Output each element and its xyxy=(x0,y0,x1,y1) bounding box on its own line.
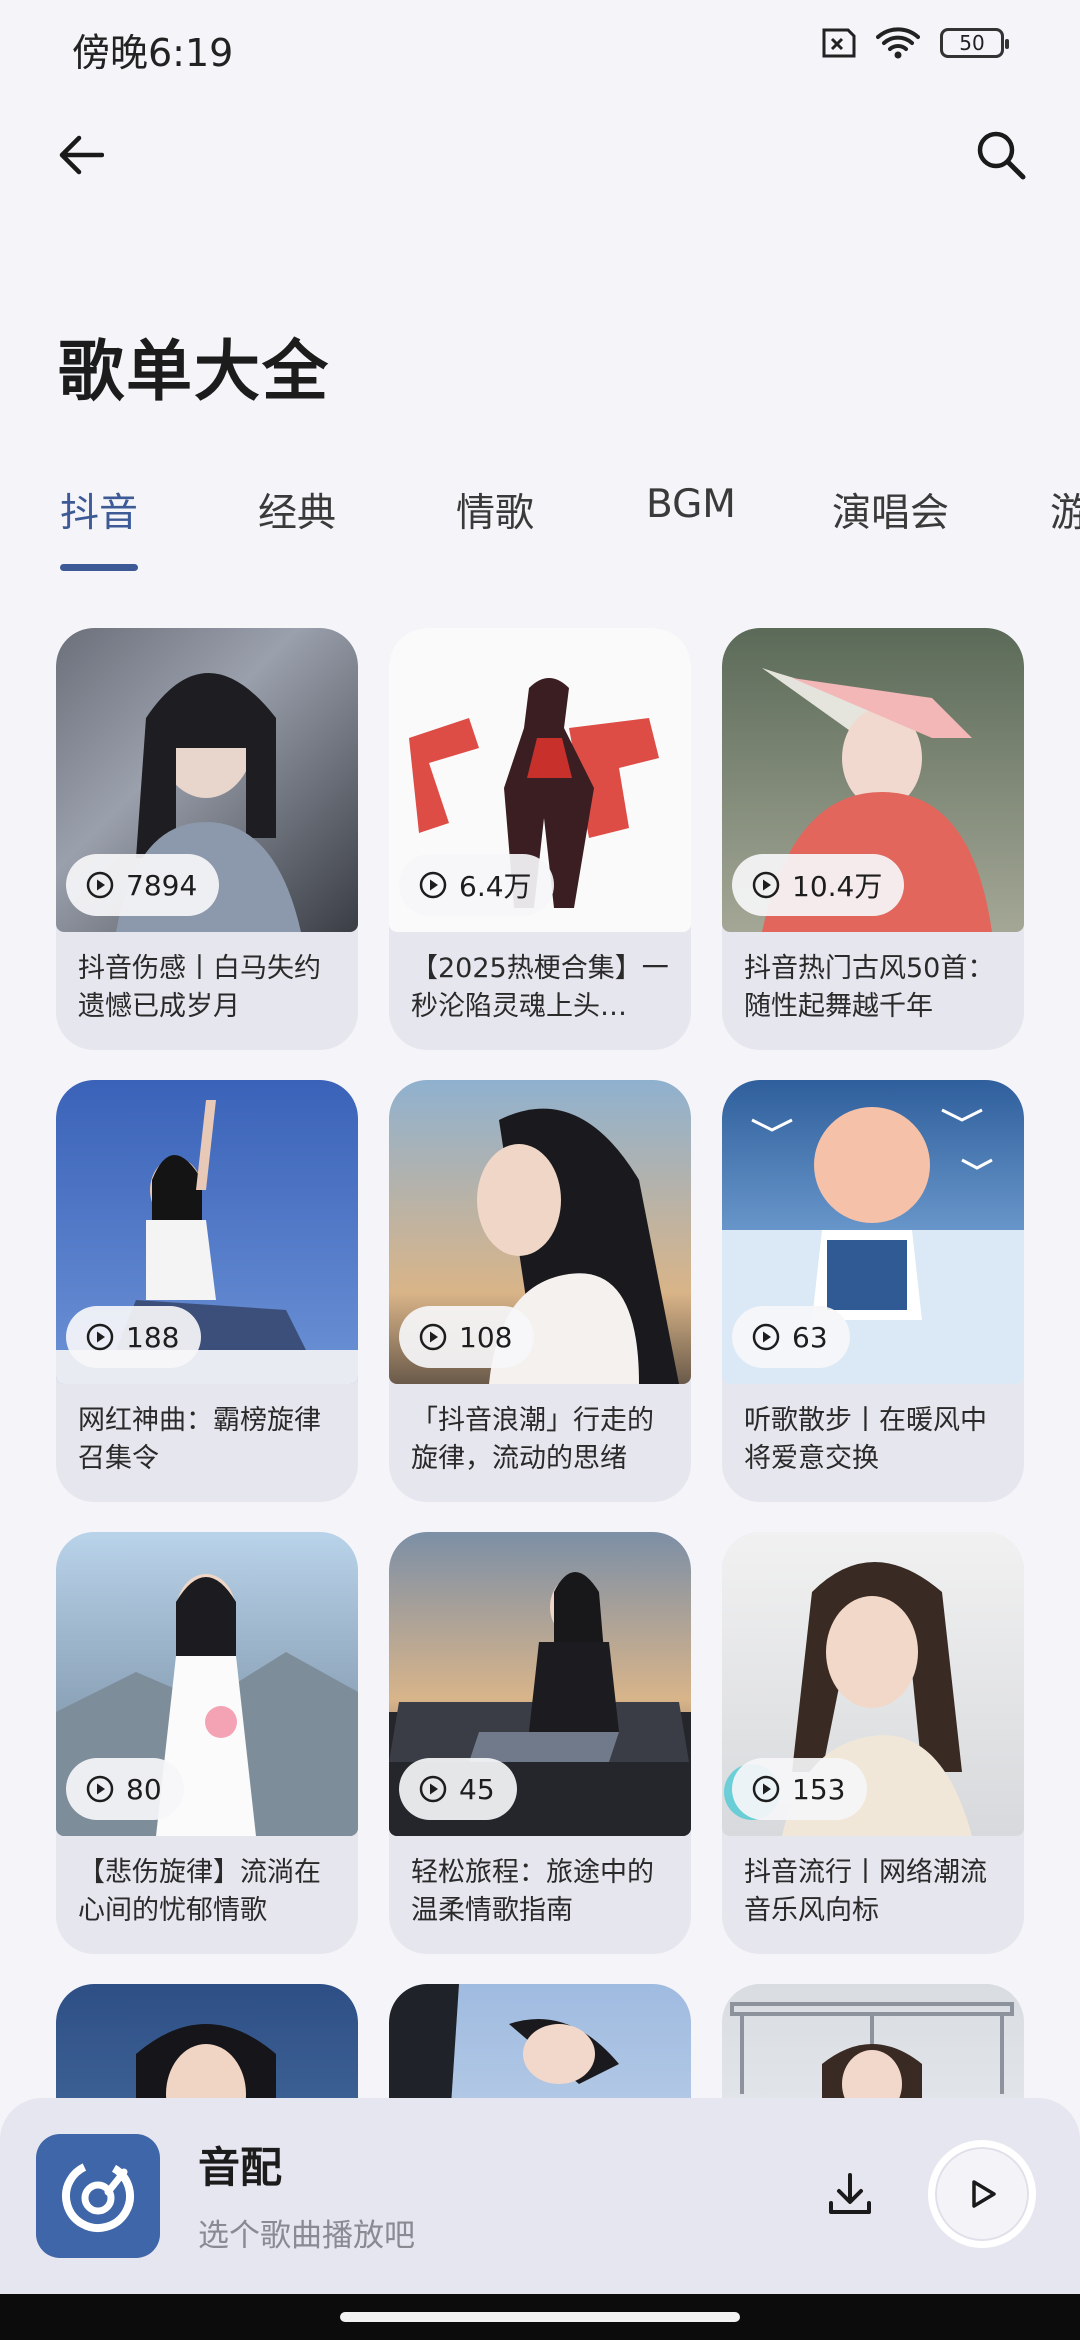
battery-level: 50 xyxy=(959,31,985,55)
playlist-card[interactable]: 153 抖音流行丨网络潮流音乐风向标 xyxy=(722,1532,1024,1954)
playlist-card[interactable]: 6.4万 【2025热梗合集】一秒沦陷灵魂上头… xyxy=(389,628,691,1050)
play-count: 10.4万 xyxy=(792,870,883,903)
playlist-title: 「抖音浪潮」行走的旋律，流动的思绪 xyxy=(411,1405,654,1474)
download-icon xyxy=(829,2173,871,2214)
playlist-card[interactable]: 45 轻松旅程：旅途中的温柔情歌指南 xyxy=(389,1532,691,1954)
player-subtitle: 选个歌曲播放吧 xyxy=(198,2218,415,2254)
page-title: 歌单大全 xyxy=(58,333,330,410)
search-button[interactable] xyxy=(966,120,1036,190)
play-count-badge: 45 xyxy=(399,1758,517,1820)
play-count-badge: 108 xyxy=(399,1306,535,1368)
back-arrow-icon xyxy=(59,135,104,175)
play-count-badge: 10.4万 xyxy=(732,854,905,916)
play-count-badge: 153 xyxy=(732,1758,868,1820)
music-logo-icon xyxy=(62,2160,134,2232)
search-icon xyxy=(977,131,1026,180)
play-circle-icon xyxy=(86,1323,114,1351)
mini-player[interactable]: 音配 选个歌曲播放吧 xyxy=(0,2098,1080,2294)
category-tabs: 抖音 经典 情歌 BGM 演唱会 游 xyxy=(0,470,1080,580)
player-cover xyxy=(36,2134,160,2258)
home-indicator[interactable] xyxy=(340,2312,740,2322)
play-circle-icon xyxy=(419,871,447,899)
play-count: 6.4万 xyxy=(459,870,532,903)
tab-concert[interactable]: 演唱会 xyxy=(832,482,949,538)
playlist-card[interactable]: 7894 抖音伤感丨白马失约遗憾已成岁月 xyxy=(56,628,358,1050)
battery-icon: 50 xyxy=(940,28,1009,58)
play-circle-icon xyxy=(752,871,780,899)
playlist-cover xyxy=(389,1984,691,2098)
sim-icon xyxy=(816,27,856,59)
playlist-title: 抖音热门古风50首：随性起舞越千年 xyxy=(744,953,995,1022)
playlist-card[interactable]: 188 网红神曲：霸榜旋律召集令 xyxy=(56,1080,358,1502)
playlist-title: 抖音流行丨网络潮流音乐风向标 xyxy=(744,1857,987,1926)
status-time: 傍晚6:19 xyxy=(72,31,234,75)
play-count-badge: 63 xyxy=(732,1306,850,1368)
play-count-badge: 80 xyxy=(66,1758,184,1820)
play-count: 7894 xyxy=(126,868,198,902)
status-icons: 50 xyxy=(816,26,1009,60)
play-count: 108 xyxy=(459,1320,513,1354)
playlist-card[interactable]: 63 听歌散步丨在暖风中将爱意交换 xyxy=(722,1080,1024,1502)
player-title: 音配 xyxy=(198,2143,283,2192)
play-circle-icon xyxy=(419,1323,447,1351)
playlist-title: 网红神曲：霸榜旋律召集令 xyxy=(78,1405,321,1474)
tab-love-songs[interactable]: 情歌 xyxy=(456,482,534,538)
playlist-title: 听歌散步丨在暖风中将爱意交换 xyxy=(744,1405,987,1474)
back-button[interactable] xyxy=(48,122,114,188)
play-circle-icon xyxy=(752,1775,780,1803)
play-count-badge: 188 xyxy=(66,1306,202,1368)
playlist-card[interactable]: 108 「抖音浪潮」行走的旋律，流动的思绪 xyxy=(389,1080,691,1502)
play-icon xyxy=(972,2180,996,2208)
play-count: 188 xyxy=(126,1320,180,1354)
play-circle-icon xyxy=(752,1323,780,1351)
play-count-badge: 6.4万 xyxy=(399,854,554,916)
tab-indicator xyxy=(60,564,138,571)
play-count: 63 xyxy=(792,1320,828,1354)
tab-bgm[interactable]: BGM xyxy=(646,482,736,527)
playlist-card[interactable]: 80 【悲伤旋律】流淌在心间的忧郁情歌 xyxy=(56,1532,358,1954)
tab-classic[interactable]: 经典 xyxy=(258,482,336,538)
play-circle-icon xyxy=(86,1775,114,1803)
playlist-title: 抖音伤感丨白马失约遗憾已成岁月 xyxy=(78,953,321,1022)
playlist-grid: 7894 抖音伤感丨白马失约遗憾已成岁月 6.4万 【2025热梗合集】一秒沦陷… xyxy=(56,628,1026,2098)
playlist-title: 【悲伤旋律】流淌在心间的忧郁情歌 xyxy=(78,1857,321,1926)
tab-game[interactable]: 游 xyxy=(1050,482,1080,538)
play-count: 80 xyxy=(126,1772,162,1806)
playlist-card[interactable] xyxy=(389,1984,691,2098)
playlist-card[interactable] xyxy=(722,1984,1024,2098)
play-count: 153 xyxy=(792,1772,846,1806)
playlist-title: 【2025热梗合集】一秒沦陷灵魂上头… xyxy=(411,953,669,1022)
playlist-title: 轻松旅程：旅途中的温柔情歌指南 xyxy=(411,1857,654,1926)
play-circle-icon xyxy=(419,1775,447,1803)
play-button[interactable] xyxy=(928,2140,1036,2248)
play-circle-icon xyxy=(86,871,114,899)
status-bar: 傍晚6:19 50 xyxy=(0,0,1080,100)
play-count-badge: 7894 xyxy=(66,854,220,916)
download-button[interactable] xyxy=(818,2154,882,2234)
wifi-icon xyxy=(876,26,920,60)
playlist-cover xyxy=(722,1984,1024,2098)
tab-douyin[interactable]: 抖音 xyxy=(60,482,138,538)
playlist-card[interactable]: 10.4万 抖音热门古风50首：随性起舞越千年 xyxy=(722,628,1024,1050)
gesture-bar xyxy=(0,2294,1080,2340)
play-count: 45 xyxy=(459,1772,495,1806)
playlist-card[interactable] xyxy=(56,1984,358,2098)
playlist-cover xyxy=(56,1984,358,2098)
